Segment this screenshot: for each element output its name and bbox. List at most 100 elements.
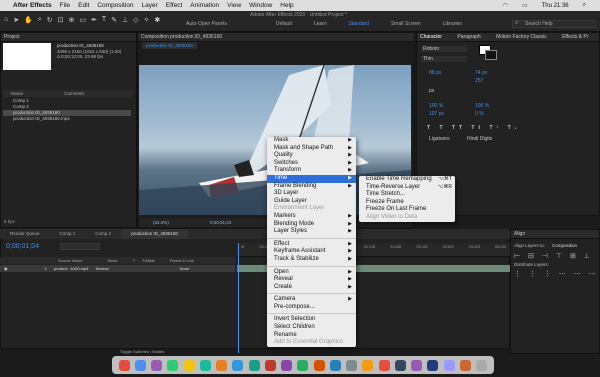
dock-app-icon[interactable]	[427, 359, 439, 371]
menu-item-quality[interactable]: Quality ▶	[267, 152, 356, 160]
tsume[interactable]: 0 %	[475, 111, 484, 117]
zoom-level[interactable]: (32.2%)	[153, 220, 169, 225]
menu-item-frame-blending[interactable]: Frame Blending ▶	[267, 183, 356, 191]
menu-item-reveal[interactable]: Reveal ▶	[267, 276, 356, 284]
dock-app-icon[interactable]	[476, 359, 488, 371]
dock-app-icon[interactable]	[167, 359, 179, 371]
font-style-select[interactable]: Thin	[421, 56, 467, 62]
menu-item-create[interactable]: Create ▶	[267, 284, 356, 292]
visibility-icon[interactable]: ◉	[0, 266, 8, 271]
dock-app-icon[interactable]	[329, 359, 341, 371]
zoom-tool-icon[interactable]: ⌕	[38, 16, 42, 24]
timeline-timecode[interactable]: 0;00;01;04	[6, 243, 39, 250]
submenu-item-time-reverse-layer[interactable]: Time-Reverse Layer ⌥⌘R	[359, 184, 455, 192]
dock-app-icon[interactable]	[313, 359, 325, 371]
battery-icon[interactable]: ▭	[522, 2, 528, 9]
timeline-search-input[interactable]	[60, 243, 100, 250]
clock[interactable]: Thu 21:36	[542, 3, 569, 9]
text-style-buttons[interactable]: T T TT Tt T¹ T₁	[427, 125, 521, 131]
tab-production[interactable]: production ID_4936160	[121, 229, 188, 239]
workspace-standard[interactable]: Standard	[349, 21, 369, 27]
layer-parent[interactable]: None	[110, 266, 190, 271]
menu-item-track-stabilize[interactable]: Track & Stabilize ▶	[267, 256, 356, 264]
wifi-icon[interactable]: ◠	[503, 2, 508, 9]
tab-motion-factory[interactable]: Motion Factory Classic	[496, 34, 547, 40]
selection-tool-icon[interactable]: ➤	[13, 16, 19, 24]
distribute-buttons[interactable]: ⋮ ⋮ ⋮ ⋯ ⋯ ⋯	[514, 270, 599, 278]
font-size[interactable]: 88 px	[429, 70, 441, 76]
dock-app-icon[interactable]	[378, 359, 390, 371]
menu-composition[interactable]: Composition	[97, 2, 133, 9]
rect-tool-icon[interactable]: ▭	[79, 16, 86, 24]
puppet-tool-icon[interactable]: ✱	[154, 16, 160, 24]
vertical-scale[interactable]: 100 %	[429, 103, 443, 109]
menu-help[interactable]: Help	[280, 2, 293, 9]
toggle-switches-modes[interactable]: Toggle Switches / Modes	[120, 349, 164, 354]
dock-app-icon[interactable]	[134, 359, 146, 371]
hand-tool-icon[interactable]: ✋	[24, 16, 33, 24]
menu-window[interactable]: Window	[249, 2, 272, 9]
menu-item-guide-layer[interactable]: Guide Layer	[267, 198, 356, 206]
dock-app-icon[interactable]	[362, 359, 374, 371]
horizontal-scale[interactable]: 100 %	[475, 103, 489, 109]
menu-item-blending-mode[interactable]: Blending Mode ▶	[267, 221, 356, 229]
composition-tab[interactable]: production ID_4936160	[142, 42, 197, 49]
dock-app-icon[interactable]	[443, 359, 455, 371]
dock-app-icon[interactable]	[264, 359, 276, 371]
submenu-item-freeze-frame[interactable]: Freeze Frame	[359, 199, 455, 207]
tab-comp1[interactable]: Comp 1	[50, 229, 86, 239]
menu-item-switches[interactable]: Switches ▶	[267, 160, 356, 168]
tab-character[interactable]: Character	[420, 34, 442, 40]
menu-item-select-children[interactable]: Select Children	[267, 324, 356, 332]
brush-tool-icon[interactable]: ✎	[111, 16, 117, 24]
dock-app-icon[interactable]	[394, 359, 406, 371]
submenu-item-time-stretch[interactable]: Time Stretch...	[359, 191, 455, 199]
dock-app-icon[interactable]	[346, 359, 358, 371]
menu-item-camera[interactable]: Camera ▶	[267, 296, 356, 304]
home-icon[interactable]: ⌂	[4, 16, 8, 24]
menu-item-pre-compose[interactable]: Pre-compose...	[267, 304, 356, 312]
menu-item-effect[interactable]: Effect ▶	[267, 241, 356, 249]
dock-app-icon[interactable]	[459, 359, 471, 371]
menu-item-invert-selection[interactable]: Invert Selection	[267, 316, 356, 324]
menu-file[interactable]: File	[60, 2, 70, 9]
hindi-digits-checkbox[interactable]: Hindi Digits	[467, 136, 492, 142]
baseline-shift[interactable]: 107 px	[429, 111, 444, 117]
menu-layer[interactable]: Layer	[141, 2, 157, 9]
playhead[interactable]	[238, 243, 239, 353]
layer-row[interactable]: ◉ 1 product...6160.mp4 Normal None	[0, 265, 235, 272]
menu-item-mask[interactable]: Mask ▶	[267, 137, 356, 145]
viewer-timecode[interactable]: 0;00;01;04	[210, 220, 231, 225]
tab-paragraph[interactable]: Paragraph	[457, 34, 480, 40]
dock-app-icon[interactable]	[199, 359, 211, 371]
menu-item-mask-and-shape-path[interactable]: Mask and Shape Path ▶	[267, 145, 356, 153]
pan-tool-icon[interactable]: ⊕	[69, 16, 75, 24]
align-buttons[interactable]: ⊢ ⊟ ⊣ ⊤ ⊞ ⊥	[514, 252, 593, 260]
dock-app-icon[interactable]	[216, 359, 228, 371]
spotlight-icon[interactable]: ⌕	[583, 2, 586, 9]
menu-app-name[interactable]: After Effects	[13, 2, 52, 9]
menu-view[interactable]: View	[227, 2, 241, 9]
leading[interactable]: 74 px	[475, 70, 487, 76]
stroke-color-swatch[interactable]	[485, 50, 497, 60]
auto-open-panels[interactable]: Auto-Open Panels	[186, 21, 227, 27]
stroke-width[interactable]: px	[429, 88, 434, 94]
menu-item-rename[interactable]: Rename	[267, 332, 356, 340]
dock-app-icon[interactable]	[232, 359, 244, 371]
roto-tool-icon[interactable]: ✧	[144, 16, 150, 24]
menu-edit[interactable]: Edit	[78, 2, 89, 9]
workspace-small-screen[interactable]: Small Screen	[391, 21, 421, 27]
dock-app-icon[interactable]	[411, 359, 423, 371]
dock-app-icon[interactable]	[248, 359, 260, 371]
layer-mode[interactable]: Normal	[90, 266, 109, 271]
menu-item-layer-styles[interactable]: Layer Styles ▶	[267, 228, 356, 236]
eraser-tool-icon[interactable]: ◇	[133, 16, 138, 24]
submenu-item-enable-time-remapping[interactable]: Enable Time Remapping ⌥⌘T	[359, 176, 455, 184]
workspace-learn[interactable]: Learn	[314, 21, 327, 27]
dock-app-icon[interactable]	[183, 359, 195, 371]
tab-effects[interactable]: Effects & Pr	[562, 34, 588, 40]
menu-item-markers[interactable]: Markers ▶	[267, 213, 356, 221]
menu-item-keyframe-assistant[interactable]: Keyframe Assistant ▶	[267, 248, 356, 256]
col-name[interactable]: Name	[3, 91, 23, 96]
tab-render-queue[interactable]: Render Queue	[0, 229, 50, 239]
